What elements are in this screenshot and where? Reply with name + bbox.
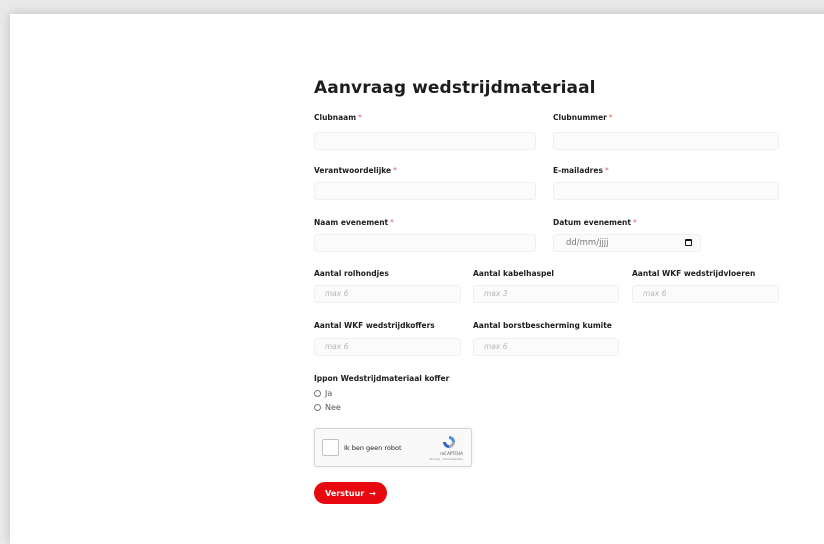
calendar-icon[interactable] xyxy=(685,239,692,246)
arrow-right-icon: → xyxy=(369,488,376,498)
clubnaam-label: Clubnaam * xyxy=(314,113,362,122)
recaptcha-text: Ik ben geen robot xyxy=(344,444,402,452)
clubnummer-input[interactable] xyxy=(553,132,779,150)
email-label: E-mailadres * xyxy=(553,166,609,175)
recaptcha-brand: reCAPTCHA xyxy=(440,451,463,456)
rolhondjes-input[interactable]: max 6 xyxy=(314,285,461,303)
wedstrijdvloeren-label: Aantal WKF wedstrijdvloeren xyxy=(632,269,756,278)
recaptcha-logo-icon xyxy=(443,436,455,448)
form-title: Aanvraag wedstrijdmateriaal xyxy=(314,78,596,98)
radio-ja-label: Ja xyxy=(325,389,333,398)
kabelhaspel-input[interactable]: max 3 xyxy=(473,285,619,303)
radio-ja-circle[interactable] xyxy=(314,390,321,397)
recaptcha-widget: Ik ben geen robot reCAPTCHA Privacy - Vo… xyxy=(314,428,472,467)
radio-nee[interactable]: Nee xyxy=(314,403,341,412)
recaptcha-links[interactable]: Privacy - Voorwaarden xyxy=(429,457,463,461)
naam-evenement-label: Naam evenement * xyxy=(314,218,394,227)
rolhondjes-label: Aantal rolhondjes xyxy=(314,269,389,278)
clubnaam-input[interactable] xyxy=(314,132,536,150)
submit-label: Verstuur xyxy=(325,488,365,498)
wedstrijdvloeren-input[interactable]: max 6 xyxy=(632,285,779,303)
verantwoordelijke-input[interactable] xyxy=(314,182,536,200)
submit-button[interactable]: Verstuur → xyxy=(314,482,387,504)
radio-nee-label: Nee xyxy=(325,403,341,412)
radio-ja[interactable]: Ja xyxy=(314,389,332,398)
wedstrijdkoffers-label: Aantal WKF wedstrijdkoffers xyxy=(314,321,435,330)
verantwoordelijke-label: Verantwoordelijke * xyxy=(314,166,397,175)
borstbescherming-input[interactable]: max 6 xyxy=(473,338,619,356)
koffer-label: Ippon Wedstrijdmateriaal koffer xyxy=(314,374,450,383)
datum-evenement-label: Datum evenement * xyxy=(553,218,637,227)
date-value: dd/mm/jjjj xyxy=(566,238,609,248)
kabelhaspel-label: Aantal kabelhaspel xyxy=(473,269,554,278)
radio-nee-circle[interactable] xyxy=(314,404,321,411)
recaptcha-checkbox[interactable] xyxy=(322,439,339,456)
borstbescherming-label: Aantal borstbescherming kumite xyxy=(473,321,612,330)
wedstrijdkoffers-input[interactable]: max 6 xyxy=(314,338,461,356)
clubnummer-label: Clubnummer * xyxy=(553,113,613,122)
email-input[interactable] xyxy=(553,182,779,200)
datum-evenement-input[interactable]: dd/mm/jjjj xyxy=(553,234,701,252)
naam-evenement-input[interactable] xyxy=(314,234,536,252)
